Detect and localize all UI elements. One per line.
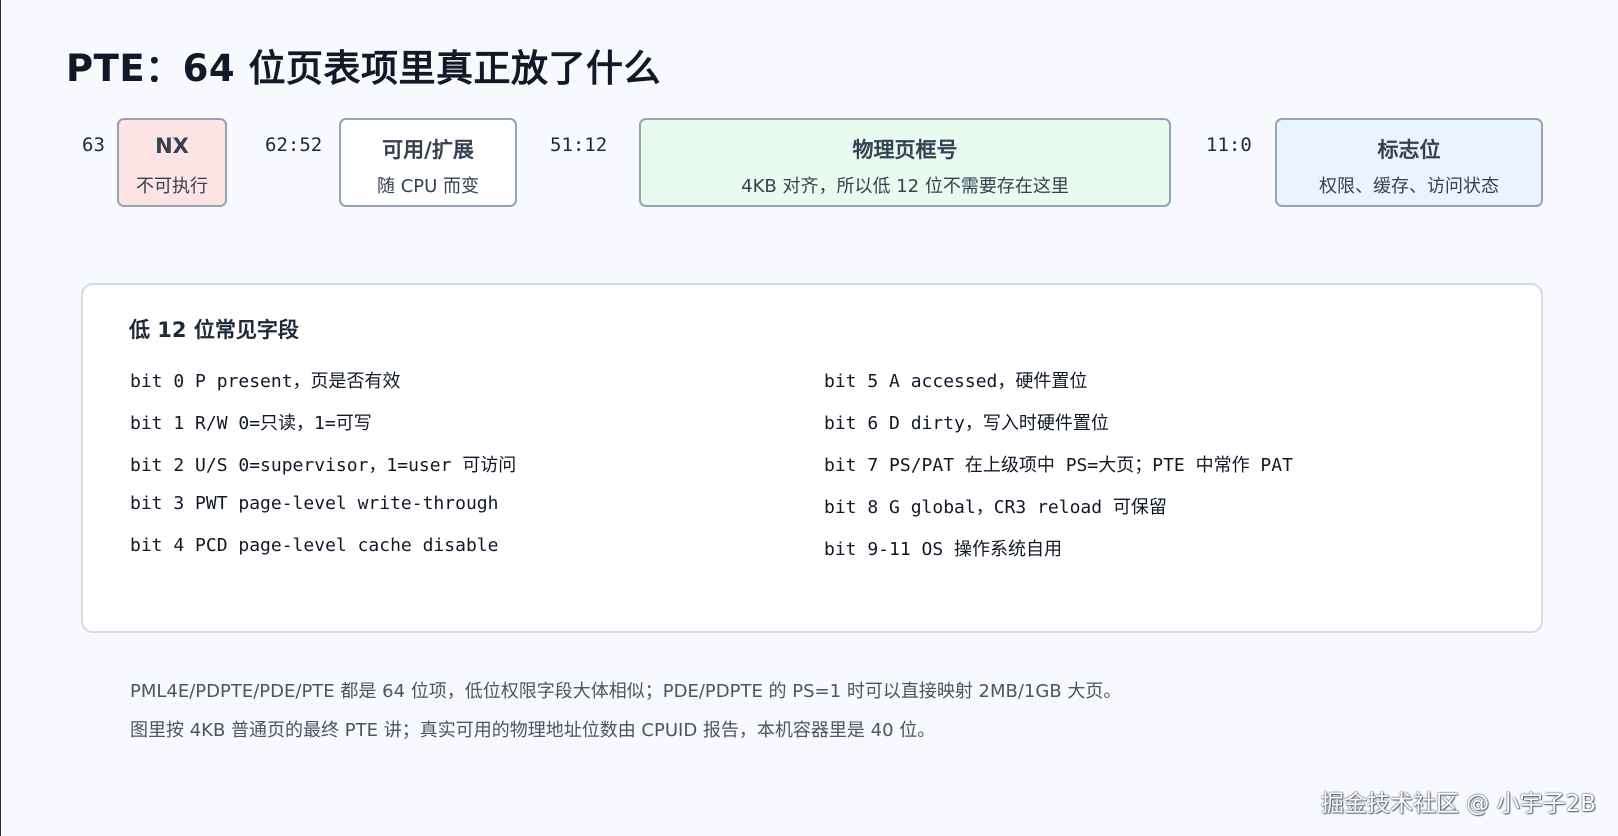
bit-field-row: bit 7 PS/PAT 在上级项中 PS=大页；PTE 中常作 PAT [824,455,1293,476]
window-left-border [0,0,1,836]
low-bits-heading: 低 12 位常见字段 [129,318,299,342]
field-flags: 标志位 权限、缓存、访问状态 [1275,118,1543,207]
bit-field-row: bit 9-11 OS 操作系统自用 [824,539,1063,560]
page-title: PTE：64 位页表项里真正放了什么 [66,47,662,90]
bit-field-row: bit 0 P present，页是否有效 [130,371,401,392]
bit-field-row: bit 3 PWT page-level write-through [130,493,499,514]
bit-field-row: bit 2 U/S 0=supervisor，1=user 可访问 [130,455,517,476]
field-flags-name: 标志位 [1377,138,1441,162]
bit-field-row: bit 8 G global，CR3 reload 可保留 [824,497,1167,518]
bit-field-row: bit 4 PCD page-level cache disable [130,535,499,556]
field-available: 可用/扩展 随 CPU 而变 [339,118,517,207]
field-nx-desc: 不可执行 [136,176,208,197]
field-available-name: 可用/扩展 [382,138,474,162]
field-available-desc: 随 CPU 而变 [376,176,480,197]
bit-field-row: bit 1 R/W 0=只读，1=可写 [130,413,372,434]
bit-range-flags: 11:0 [1206,134,1252,156]
field-nx: NX 不可执行 [117,118,227,207]
field-nx-name: NX [155,134,189,158]
footnote-line: 图里按 4KB 普通页的最终 PTE 讲；真实可用的物理地址位数由 CPUID … [130,720,936,741]
bit-range-available: 62:52 [265,134,323,156]
field-flags-desc: 权限、缓存、访问状态 [1319,176,1499,197]
bit-range-pfn: 51:12 [550,134,608,156]
watermark: 掘金技术社区 @ 小宇子2B [1320,791,1596,817]
field-pfn: 物理页框号 4KB 对齐，所以低 12 位不需要存在这里 [639,118,1171,207]
bit-field-row: bit 5 A accessed，硬件置位 [824,371,1088,392]
bit-range-nx: 63 [82,134,105,156]
field-pfn-desc: 4KB 对齐，所以低 12 位不需要存在这里 [741,176,1069,197]
bit-field-row: bit 6 D dirty，写入时硬件置位 [824,413,1109,434]
field-pfn-name: 物理页框号 [852,138,958,162]
footnote-line: PML4E/PDPTE/PDE/PTE 都是 64 位项，低位权限字段大体相似；… [130,681,1122,702]
